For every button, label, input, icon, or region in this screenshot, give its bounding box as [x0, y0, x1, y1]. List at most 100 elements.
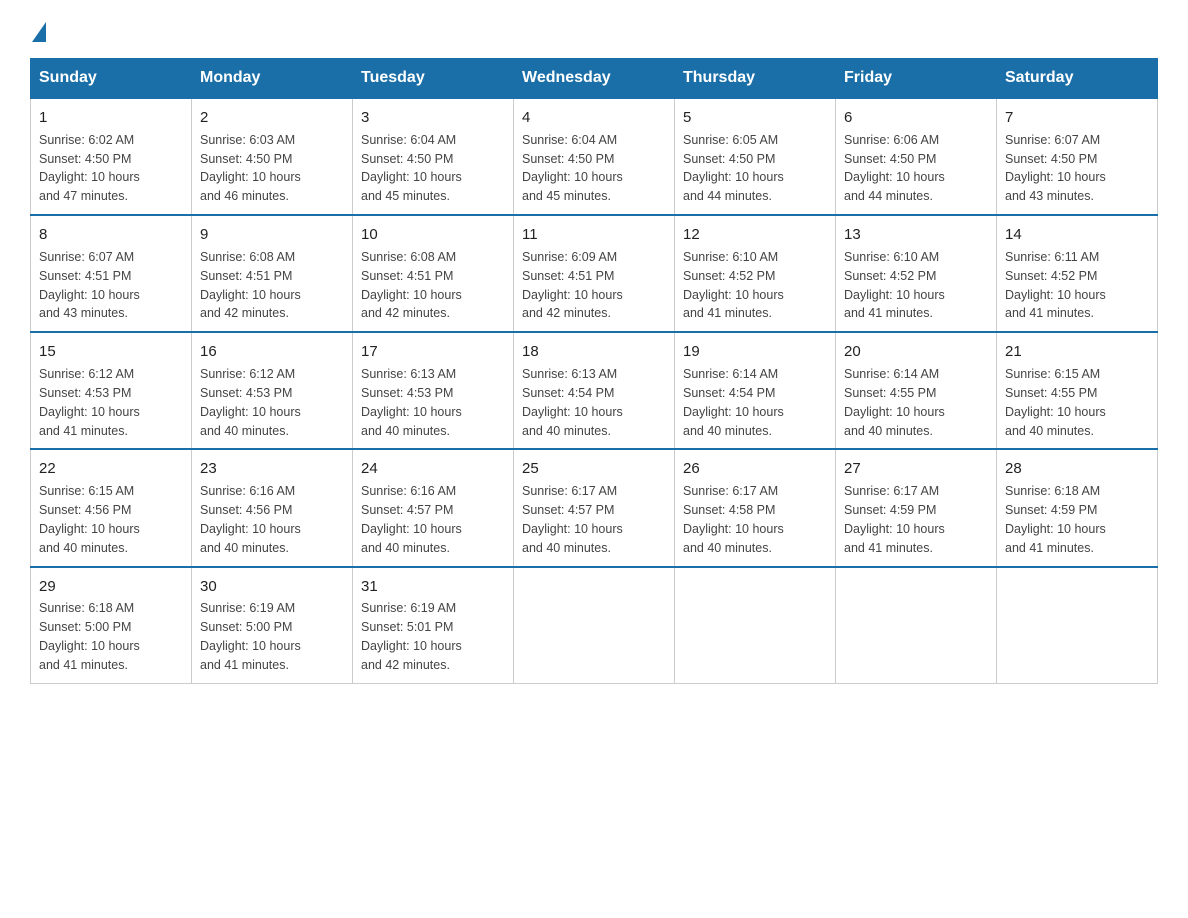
week-row-1: 1 Sunrise: 6:02 AMSunset: 4:50 PMDayligh…	[31, 98, 1158, 215]
col-header-thursday: Thursday	[675, 59, 836, 99]
calendar-table: SundayMondayTuesdayWednesdayThursdayFrid…	[30, 58, 1158, 684]
day-info: Sunrise: 6:08 AMSunset: 4:51 PMDaylight:…	[361, 250, 462, 321]
day-info: Sunrise: 6:19 AMSunset: 5:00 PMDaylight:…	[200, 601, 301, 672]
day-info: Sunrise: 6:04 AMSunset: 4:50 PMDaylight:…	[361, 133, 462, 204]
day-info: Sunrise: 6:17 AMSunset: 4:57 PMDaylight:…	[522, 484, 623, 555]
day-number: 12	[683, 224, 827, 246]
day-number: 23	[200, 458, 344, 480]
calendar-cell: 7 Sunrise: 6:07 AMSunset: 4:50 PMDayligh…	[997, 98, 1158, 215]
day-info: Sunrise: 6:08 AMSunset: 4:51 PMDaylight:…	[200, 250, 301, 321]
col-header-friday: Friday	[836, 59, 997, 99]
day-info: Sunrise: 6:09 AMSunset: 4:51 PMDaylight:…	[522, 250, 623, 321]
day-info: Sunrise: 6:15 AMSunset: 4:55 PMDaylight:…	[1005, 367, 1106, 438]
day-info: Sunrise: 6:19 AMSunset: 5:01 PMDaylight:…	[361, 601, 462, 672]
day-number: 7	[1005, 107, 1149, 129]
calendar-cell: 31 Sunrise: 6:19 AMSunset: 5:01 PMDaylig…	[353, 567, 514, 684]
calendar-cell: 15 Sunrise: 6:12 AMSunset: 4:53 PMDaylig…	[31, 332, 192, 449]
day-info: Sunrise: 6:04 AMSunset: 4:50 PMDaylight:…	[522, 133, 623, 204]
day-number: 18	[522, 341, 666, 363]
page-header	[30, 20, 1158, 38]
col-header-tuesday: Tuesday	[353, 59, 514, 99]
calendar-cell: 23 Sunrise: 6:16 AMSunset: 4:56 PMDaylig…	[192, 449, 353, 566]
day-info: Sunrise: 6:07 AMSunset: 4:50 PMDaylight:…	[1005, 133, 1106, 204]
day-info: Sunrise: 6:12 AMSunset: 4:53 PMDaylight:…	[39, 367, 140, 438]
calendar-cell	[675, 567, 836, 684]
day-number: 2	[200, 107, 344, 129]
calendar-cell: 5 Sunrise: 6:05 AMSunset: 4:50 PMDayligh…	[675, 98, 836, 215]
calendar-cell: 29 Sunrise: 6:18 AMSunset: 5:00 PMDaylig…	[31, 567, 192, 684]
calendar-cell: 14 Sunrise: 6:11 AMSunset: 4:52 PMDaylig…	[997, 215, 1158, 332]
col-header-saturday: Saturday	[997, 59, 1158, 99]
day-number: 25	[522, 458, 666, 480]
day-info: Sunrise: 6:17 AMSunset: 4:59 PMDaylight:…	[844, 484, 945, 555]
calendar-cell: 30 Sunrise: 6:19 AMSunset: 5:00 PMDaylig…	[192, 567, 353, 684]
calendar-cell: 16 Sunrise: 6:12 AMSunset: 4:53 PMDaylig…	[192, 332, 353, 449]
day-number: 31	[361, 576, 505, 598]
day-info: Sunrise: 6:16 AMSunset: 4:56 PMDaylight:…	[200, 484, 301, 555]
week-row-4: 22 Sunrise: 6:15 AMSunset: 4:56 PMDaylig…	[31, 449, 1158, 566]
day-info: Sunrise: 6:16 AMSunset: 4:57 PMDaylight:…	[361, 484, 462, 555]
calendar-cell: 10 Sunrise: 6:08 AMSunset: 4:51 PMDaylig…	[353, 215, 514, 332]
logo-triangle-icon	[32, 22, 46, 42]
day-number: 6	[844, 107, 988, 129]
day-number: 28	[1005, 458, 1149, 480]
calendar-cell: 18 Sunrise: 6:13 AMSunset: 4:54 PMDaylig…	[514, 332, 675, 449]
day-info: Sunrise: 6:03 AMSunset: 4:50 PMDaylight:…	[200, 133, 301, 204]
calendar-cell: 17 Sunrise: 6:13 AMSunset: 4:53 PMDaylig…	[353, 332, 514, 449]
day-info: Sunrise: 6:07 AMSunset: 4:51 PMDaylight:…	[39, 250, 140, 321]
day-info: Sunrise: 6:13 AMSunset: 4:53 PMDaylight:…	[361, 367, 462, 438]
calendar-cell: 13 Sunrise: 6:10 AMSunset: 4:52 PMDaylig…	[836, 215, 997, 332]
calendar-cell: 27 Sunrise: 6:17 AMSunset: 4:59 PMDaylig…	[836, 449, 997, 566]
logo	[30, 20, 48, 38]
calendar-cell: 8 Sunrise: 6:07 AMSunset: 4:51 PMDayligh…	[31, 215, 192, 332]
calendar-cell: 2 Sunrise: 6:03 AMSunset: 4:50 PMDayligh…	[192, 98, 353, 215]
day-number: 1	[39, 107, 183, 129]
calendar-cell	[514, 567, 675, 684]
day-number: 4	[522, 107, 666, 129]
day-number: 17	[361, 341, 505, 363]
calendar-cell: 21 Sunrise: 6:15 AMSunset: 4:55 PMDaylig…	[997, 332, 1158, 449]
calendar-cell: 22 Sunrise: 6:15 AMSunset: 4:56 PMDaylig…	[31, 449, 192, 566]
calendar-cell	[836, 567, 997, 684]
day-number: 15	[39, 341, 183, 363]
day-info: Sunrise: 6:11 AMSunset: 4:52 PMDaylight:…	[1005, 250, 1106, 321]
day-info: Sunrise: 6:10 AMSunset: 4:52 PMDaylight:…	[683, 250, 784, 321]
calendar-cell: 4 Sunrise: 6:04 AMSunset: 4:50 PMDayligh…	[514, 98, 675, 215]
day-info: Sunrise: 6:10 AMSunset: 4:52 PMDaylight:…	[844, 250, 945, 321]
week-row-2: 8 Sunrise: 6:07 AMSunset: 4:51 PMDayligh…	[31, 215, 1158, 332]
day-number: 13	[844, 224, 988, 246]
day-number: 8	[39, 224, 183, 246]
calendar-cell: 20 Sunrise: 6:14 AMSunset: 4:55 PMDaylig…	[836, 332, 997, 449]
week-row-5: 29 Sunrise: 6:18 AMSunset: 5:00 PMDaylig…	[31, 567, 1158, 684]
day-number: 30	[200, 576, 344, 598]
day-number: 27	[844, 458, 988, 480]
day-info: Sunrise: 6:02 AMSunset: 4:50 PMDaylight:…	[39, 133, 140, 204]
calendar-cell: 24 Sunrise: 6:16 AMSunset: 4:57 PMDaylig…	[353, 449, 514, 566]
day-info: Sunrise: 6:05 AMSunset: 4:50 PMDaylight:…	[683, 133, 784, 204]
calendar-cell: 26 Sunrise: 6:17 AMSunset: 4:58 PMDaylig…	[675, 449, 836, 566]
day-number: 3	[361, 107, 505, 129]
day-number: 16	[200, 341, 344, 363]
col-header-monday: Monday	[192, 59, 353, 99]
day-number: 21	[1005, 341, 1149, 363]
day-number: 11	[522, 224, 666, 246]
calendar-cell: 19 Sunrise: 6:14 AMSunset: 4:54 PMDaylig…	[675, 332, 836, 449]
day-number: 26	[683, 458, 827, 480]
calendar-cell: 28 Sunrise: 6:18 AMSunset: 4:59 PMDaylig…	[997, 449, 1158, 566]
calendar-cell: 6 Sunrise: 6:06 AMSunset: 4:50 PMDayligh…	[836, 98, 997, 215]
calendar-cell: 12 Sunrise: 6:10 AMSunset: 4:52 PMDaylig…	[675, 215, 836, 332]
calendar-cell: 3 Sunrise: 6:04 AMSunset: 4:50 PMDayligh…	[353, 98, 514, 215]
calendar-cell: 1 Sunrise: 6:02 AMSunset: 4:50 PMDayligh…	[31, 98, 192, 215]
col-header-wednesday: Wednesday	[514, 59, 675, 99]
calendar-header-row: SundayMondayTuesdayWednesdayThursdayFrid…	[31, 59, 1158, 99]
col-header-sunday: Sunday	[31, 59, 192, 99]
day-number: 24	[361, 458, 505, 480]
calendar-cell: 9 Sunrise: 6:08 AMSunset: 4:51 PMDayligh…	[192, 215, 353, 332]
week-row-3: 15 Sunrise: 6:12 AMSunset: 4:53 PMDaylig…	[31, 332, 1158, 449]
day-number: 9	[200, 224, 344, 246]
day-number: 14	[1005, 224, 1149, 246]
day-info: Sunrise: 6:18 AMSunset: 4:59 PMDaylight:…	[1005, 484, 1106, 555]
day-number: 29	[39, 576, 183, 598]
day-number: 10	[361, 224, 505, 246]
day-info: Sunrise: 6:17 AMSunset: 4:58 PMDaylight:…	[683, 484, 784, 555]
